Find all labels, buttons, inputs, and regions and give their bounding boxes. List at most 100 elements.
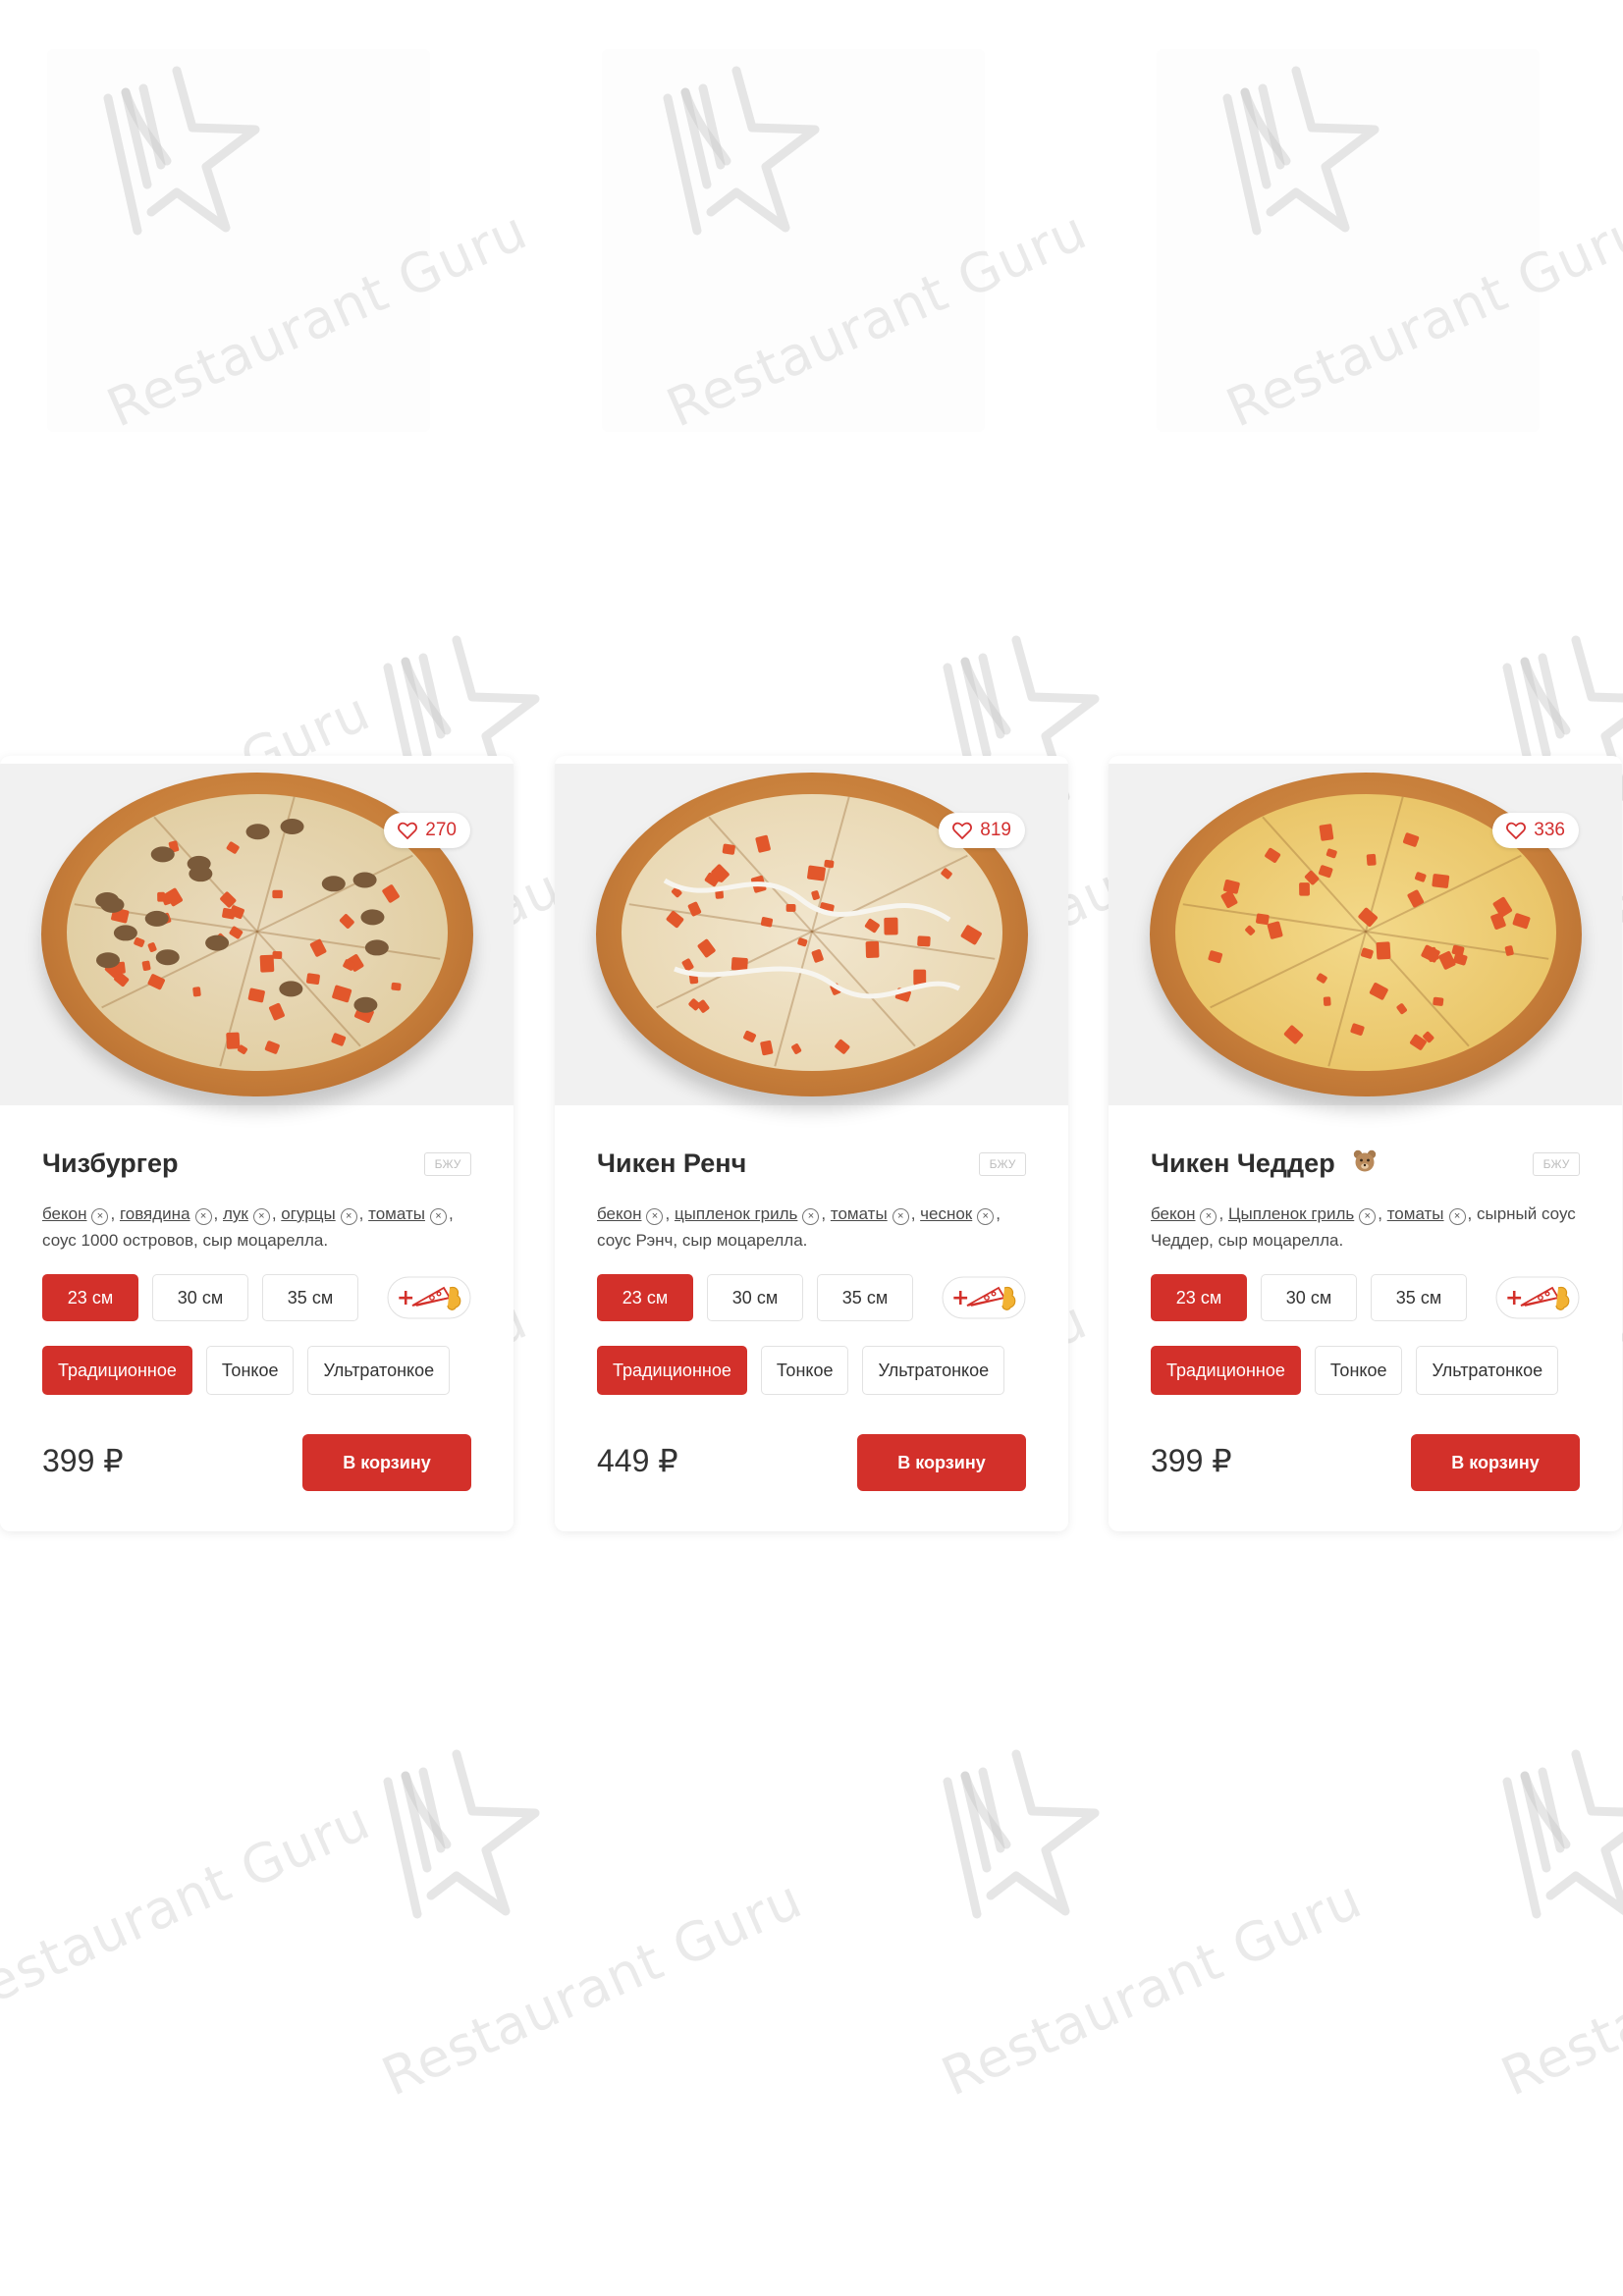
ingredients-list: бекон ×, цыпленок гриль ×, томаты ×, чеснок… — [597, 1204, 1001, 1250]
watermark-text: Restaurant Guru — [0, 1789, 380, 2030]
size-option-button[interactable]: 23 см — [597, 1274, 693, 1321]
product-photo[interactable]: 819 — [555, 764, 1068, 1105]
add-crust-button[interactable]: + — [942, 1276, 1026, 1319]
like-count: 270 — [425, 820, 457, 840]
add-to-cart-button[interactable]: В корзину — [857, 1434, 1026, 1491]
ingredient-link[interactable]: томаты — [368, 1204, 425, 1223]
dough-option-button[interactable]: Ультратонкое — [862, 1346, 1005, 1395]
bear-icon — [1352, 1148, 1378, 1181]
ingredient-link[interactable]: чеснок — [920, 1204, 972, 1223]
product-title: Чикен Чеддер — [1151, 1148, 1335, 1178]
heart-icon — [1506, 822, 1527, 839]
product-price: 399 ₽ — [1151, 1443, 1232, 1478]
ingredient-link[interactable]: цыпленок гриль — [675, 1204, 797, 1223]
ingredients-list: бекон ×, Цыпленок гриль ×, томаты ×, сырный… — [1151, 1204, 1576, 1250]
watermark-logo-icon — [349, 1742, 565, 1968]
ingredient-link[interactable]: бекон — [42, 1204, 86, 1223]
dough-selector: Традиционное Тонкое Ультратонкое — [597, 1346, 1005, 1395]
ingredient-link[interactable]: Цыпленок гриль — [1228, 1204, 1354, 1223]
add-crust-button[interactable]: + — [1495, 1276, 1580, 1319]
remove-ingredient-icon[interactable]: × — [1448, 1208, 1466, 1225]
nutrition-button[interactable]: БЖУ — [1533, 1152, 1580, 1176]
heart-icon — [952, 822, 973, 839]
ingredient-link[interactable]: говядина — [120, 1204, 190, 1223]
dough-option-button[interactable]: Тонкое — [1314, 1346, 1403, 1395]
nutrition-button[interactable]: БЖУ — [979, 1152, 1026, 1176]
size-option-button[interactable]: 30 см — [707, 1274, 803, 1321]
dough-option-button[interactable]: Традиционное — [1151, 1346, 1301, 1395]
svg-text:+: + — [1505, 1286, 1523, 1310]
ingredient-link[interactable]: огурцы — [281, 1204, 335, 1223]
remove-ingredient-icon[interactable]: × — [646, 1208, 664, 1225]
heart-icon — [398, 822, 418, 839]
watermark-logo-icon — [908, 1742, 1124, 1968]
product-price: 449 ₽ — [597, 1443, 678, 1478]
product-list: 270 Чизбургер БЖУ бекон ×, говядина ×, лук… — [0, 756, 1623, 1541]
product-price: 399 ₽ — [42, 1443, 124, 1478]
size-selector: 23 см 30 см 35 см — [597, 1274, 913, 1321]
size-option-button[interactable]: 35 см — [1371, 1274, 1467, 1321]
product-card: 270 Чизбургер БЖУ бекон ×, говядина ×, лук… — [0, 756, 514, 1531]
dough-option-button[interactable]: Ультратонкое — [1416, 1346, 1559, 1395]
ingredient-link[interactable]: лук — [223, 1204, 248, 1223]
ingredient-link[interactable]: томаты — [831, 1204, 888, 1223]
size-option-button[interactable]: 30 см — [1261, 1274, 1357, 1321]
watermark-tile — [602, 49, 985, 432]
add-cheese-crust-icon: + — [942, 1276, 1026, 1319]
add-to-cart-button[interactable]: В корзину — [302, 1434, 471, 1491]
size-option-button[interactable]: 23 см — [1151, 1274, 1247, 1321]
size-selector: 23 см 30 см 35 см — [1151, 1274, 1467, 1321]
add-cheese-crust-icon: + — [387, 1276, 471, 1319]
remove-ingredient-icon[interactable]: × — [91, 1208, 109, 1225]
like-button[interactable]: 336 — [1492, 813, 1579, 848]
add-cheese-crust-icon: + — [1495, 1276, 1580, 1319]
like-count: 819 — [980, 820, 1011, 840]
size-option-button[interactable]: 30 см — [152, 1274, 248, 1321]
like-count: 336 — [1534, 820, 1565, 840]
watermark-text: Restaurant Guru — [373, 1867, 812, 2109]
ingredient-text: соус Рэнч, сыр моцарелла. — [597, 1231, 808, 1250]
dough-option-button[interactable]: Традиционное — [42, 1346, 192, 1395]
watermark-text: Restaurant Guru — [933, 1867, 1372, 2109]
add-to-cart-button[interactable]: В корзину — [1411, 1434, 1580, 1491]
dough-option-button[interactable]: Тонкое — [760, 1346, 849, 1395]
size-selector: 23 см 30 см 35 см — [42, 1274, 358, 1321]
watermark-tile — [1157, 49, 1540, 432]
svg-text:+: + — [397, 1286, 414, 1310]
product-title: Чикен Ренч — [597, 1148, 747, 1178]
product-photo[interactable]: 336 — [1109, 764, 1622, 1105]
remove-ingredient-icon[interactable]: × — [802, 1208, 820, 1225]
dough-option-button[interactable]: Ультратонкое — [307, 1346, 451, 1395]
watermark-logo-icon — [1468, 1742, 1623, 1968]
remove-ingredient-icon[interactable]: × — [1359, 1208, 1377, 1225]
ingredient-text: соус 1000 островов, сыр моцарелла. — [42, 1231, 329, 1250]
watermark-tile — [47, 49, 430, 432]
product-card: 336 Чикен Чеддер БЖУ бекон ×, Цыпленок гр… — [1109, 756, 1622, 1531]
dough-selector: Традиционное Тонкое Ультратонкое — [1151, 1346, 1559, 1395]
remove-ingredient-icon[interactable]: × — [340, 1208, 357, 1225]
product-photo[interactable]: 270 — [0, 764, 514, 1105]
product-title: Чизбургер — [42, 1148, 179, 1178]
like-button[interactable]: 270 — [384, 813, 470, 848]
remove-ingredient-icon[interactable]: × — [1200, 1208, 1217, 1225]
dough-option-button[interactable]: Традиционное — [597, 1346, 747, 1395]
remove-ingredient-icon[interactable]: × — [429, 1208, 447, 1225]
size-option-button[interactable]: 23 см — [42, 1274, 138, 1321]
add-crust-button[interactable]: + — [387, 1276, 471, 1319]
dough-option-button[interactable]: Тонкое — [205, 1346, 295, 1395]
remove-ingredient-icon[interactable]: × — [194, 1208, 212, 1225]
remove-ingredient-icon[interactable]: × — [977, 1208, 995, 1225]
size-option-button[interactable]: 35 см — [817, 1274, 913, 1321]
watermark-text: Restaurant Guru — [1492, 1868, 1623, 2109]
ingredient-link[interactable]: томаты — [1387, 1204, 1444, 1223]
remove-ingredient-icon[interactable]: × — [892, 1208, 909, 1225]
svg-text:+: + — [951, 1286, 969, 1310]
nutrition-button[interactable]: БЖУ — [424, 1152, 471, 1176]
like-button[interactable]: 819 — [939, 813, 1025, 848]
remove-ingredient-icon[interactable]: × — [252, 1208, 270, 1225]
ingredient-link[interactable]: бекон — [597, 1204, 641, 1223]
product-card: 819 Чикен Ренч БЖУ бекон ×, цыпленок грил… — [555, 756, 1068, 1531]
dough-selector: Традиционное Тонкое Ультратонкое — [42, 1346, 451, 1395]
size-option-button[interactable]: 35 см — [262, 1274, 358, 1321]
ingredient-link[interactable]: бекон — [1151, 1204, 1195, 1223]
